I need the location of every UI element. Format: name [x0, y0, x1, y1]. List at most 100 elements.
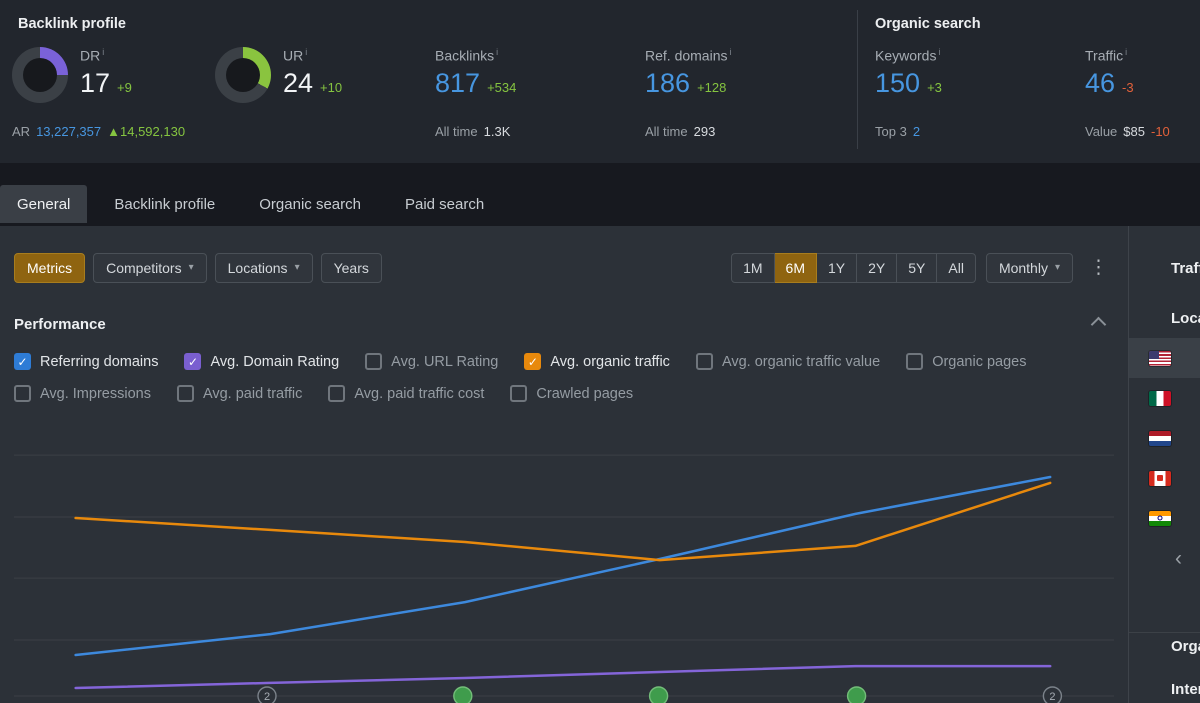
ur-value: 24 — [283, 70, 313, 97]
sidebar-intents-heading: Intents — [1171, 681, 1200, 698]
keywords-top3-row: Top 3 2 — [875, 124, 920, 139]
tab-bar: General Backlink profile Organic search … — [0, 163, 1200, 226]
date-range-segment: 1M 6M 1Y 2Y 5Y All — [731, 253, 976, 283]
tab-organic-search[interactable]: Organic search — [242, 185, 378, 223]
chart-marker-label: 2 — [1049, 691, 1055, 703]
location-row-nl[interactable] — [1129, 418, 1200, 458]
metric-toggle-crawled-pages[interactable]: Crawled pages — [510, 385, 633, 402]
metric-toggle-label: Avg. organic traffic value — [722, 354, 880, 370]
range-1m-button[interactable]: 1M — [731, 253, 774, 283]
kebab-icon: ⋮ — [1089, 257, 1108, 278]
metric-toggle-row: Referring domains Avg. Domain Rating Avg… — [14, 353, 1114, 370]
keywords-delta: +3 — [927, 80, 942, 95]
ar-label: AR — [12, 124, 30, 139]
info-icon[interactable]: i — [729, 47, 731, 57]
dr-gauge — [12, 47, 68, 103]
metric-toggle-organic-pages[interactable]: Organic pages — [906, 353, 1026, 370]
ur-gauge — [215, 47, 271, 103]
organic-search-section-title: Organic search — [875, 16, 981, 32]
metric-toggles: Referring domains Avg. Domain Rating Avg… — [0, 336, 1128, 402]
performance-header: Performance — [0, 313, 1128, 336]
checkbox-icon — [906, 353, 923, 370]
tab-general[interactable]: General — [0, 185, 87, 223]
checkbox-icon — [14, 353, 31, 370]
info-icon[interactable]: i — [938, 47, 940, 57]
competitors-dropdown[interactable]: Competitors▾ — [93, 253, 207, 283]
keywords-value-link[interactable]: 150 — [875, 70, 920, 97]
chart-event-marker[interactable] — [650, 687, 668, 703]
range-all-button[interactable]: All — [937, 253, 976, 283]
checkbox-icon — [510, 385, 527, 402]
traffic-value-link[interactable]: 46 — [1085, 70, 1115, 97]
metric-toggle-avg-impressions[interactable]: Avg. Impressions — [14, 385, 151, 402]
ref-domains-value-link[interactable]: 186 — [645, 70, 690, 97]
metric-toggle-label: Avg. Domain Rating — [210, 354, 339, 370]
country-flag-icon — [1149, 471, 1171, 486]
range-6m-button[interactable]: 6M — [775, 253, 817, 283]
metric-toggle-row: Avg. Impressions Avg. paid traffic Avg. … — [14, 385, 1114, 402]
checkbox-icon — [177, 385, 194, 402]
metric-toggle-label: Crawled pages — [536, 386, 633, 402]
years-button[interactable]: Years — [321, 253, 382, 283]
location-row-in[interactable] — [1129, 498, 1200, 538]
ar-value-link[interactable]: 13,227,357 — [36, 124, 101, 139]
location-row-mx[interactable] — [1129, 378, 1200, 418]
traffic-value-label: Value — [1085, 124, 1117, 139]
metric-toggle-avg-organic-traffic-value[interactable]: Avg. organic traffic value — [696, 353, 880, 370]
locations-dropdown[interactable]: Locations▾ — [215, 253, 313, 283]
metric-toggle-referring-domains[interactable]: Referring domains — [14, 353, 158, 370]
dr-label: DRi — [80, 47, 132, 64]
tab-paid-search[interactable]: Paid search — [388, 185, 501, 223]
backlink-profile-section-title: Backlink profile — [18, 16, 126, 32]
chevron-up-icon — [1091, 317, 1107, 333]
caret-down-icon: ▾ — [1055, 263, 1060, 273]
metric-toggle-avg-paid-traffic[interactable]: Avg. paid traffic — [177, 385, 302, 402]
chart-marker-label: 2 — [264, 691, 270, 703]
checkbox-icon — [14, 385, 31, 402]
traffic-value-row: Value $85 -10 — [1085, 124, 1170, 139]
traffic-value-delta: -10 — [1151, 124, 1170, 139]
page: Backlink profile Organic search DRi 17+9… — [0, 0, 1200, 703]
info-icon[interactable]: i — [1125, 47, 1127, 57]
chart-event-marker[interactable] — [848, 687, 866, 703]
chevron-left-icon: ‹ — [1175, 547, 1182, 570]
sidebar-organic-heading: Organic — [1171, 638, 1200, 655]
metric-toggle-avg-organic-traffic[interactable]: Avg. organic traffic — [524, 353, 670, 370]
tab-backlink-profile[interactable]: Backlink profile — [97, 185, 232, 223]
toolbar: Metrics Competitors▾ Locations▾ Years 1M… — [0, 226, 1128, 283]
info-icon[interactable]: i — [496, 47, 498, 57]
backlinks-stat: Backlinksi 817+534 — [435, 47, 516, 97]
metric-toggle-avg-url-rating[interactable]: Avg. URL Rating — [365, 353, 498, 370]
sidebar-divider — [1129, 632, 1200, 633]
range-2y-button[interactable]: 2Y — [857, 253, 897, 283]
metric-toggle-label: Avg. paid traffic cost — [354, 386, 484, 402]
collapse-performance-button[interactable] — [1087, 313, 1114, 336]
backlinks-label: Backlinksi — [435, 47, 516, 64]
ur-stat: URi 24+10 — [215, 47, 342, 103]
ref-domains-alltime-label: All time — [645, 124, 688, 139]
backlinks-alltime-row: All time 1.3K — [435, 124, 510, 139]
metric-toggle-label: Referring domains — [40, 354, 158, 370]
location-row-ca[interactable] — [1129, 458, 1200, 498]
ref-domains-alltime-row: All time 293 — [645, 124, 715, 139]
info-icon[interactable]: i — [305, 47, 307, 57]
top3-value-link[interactable]: 2 — [913, 124, 920, 139]
metric-toggle-avg-domain-rating[interactable]: Avg. Domain Rating — [184, 353, 339, 370]
checkbox-icon — [524, 353, 541, 370]
granularity-dropdown[interactable]: Monthly▾ — [986, 253, 1073, 283]
info-icon[interactable]: i — [102, 47, 104, 57]
metric-toggle-label: Avg. Impressions — [40, 386, 151, 402]
metrics-button[interactable]: Metrics — [14, 253, 85, 283]
backlinks-value-link[interactable]: 817 — [435, 70, 480, 97]
traffic-label: Traffici — [1085, 47, 1134, 64]
more-options-button[interactable]: ⋮ — [1083, 256, 1114, 280]
sidebar-collapse-button[interactable]: ‹ — [1175, 548, 1182, 569]
main-panel: Metrics Competitors▾ Locations▾ Years 1M… — [0, 226, 1128, 703]
keywords-stat: Keywordsi 150+3 — [875, 47, 942, 97]
location-row-us[interactable] — [1129, 338, 1200, 378]
metric-toggle-avg-paid-traffic-cost[interactable]: Avg. paid traffic cost — [328, 385, 484, 402]
country-flag-icon — [1149, 511, 1171, 526]
chart-event-marker[interactable] — [454, 687, 472, 703]
range-5y-button[interactable]: 5Y — [897, 253, 937, 283]
range-1y-button[interactable]: 1Y — [817, 253, 857, 283]
